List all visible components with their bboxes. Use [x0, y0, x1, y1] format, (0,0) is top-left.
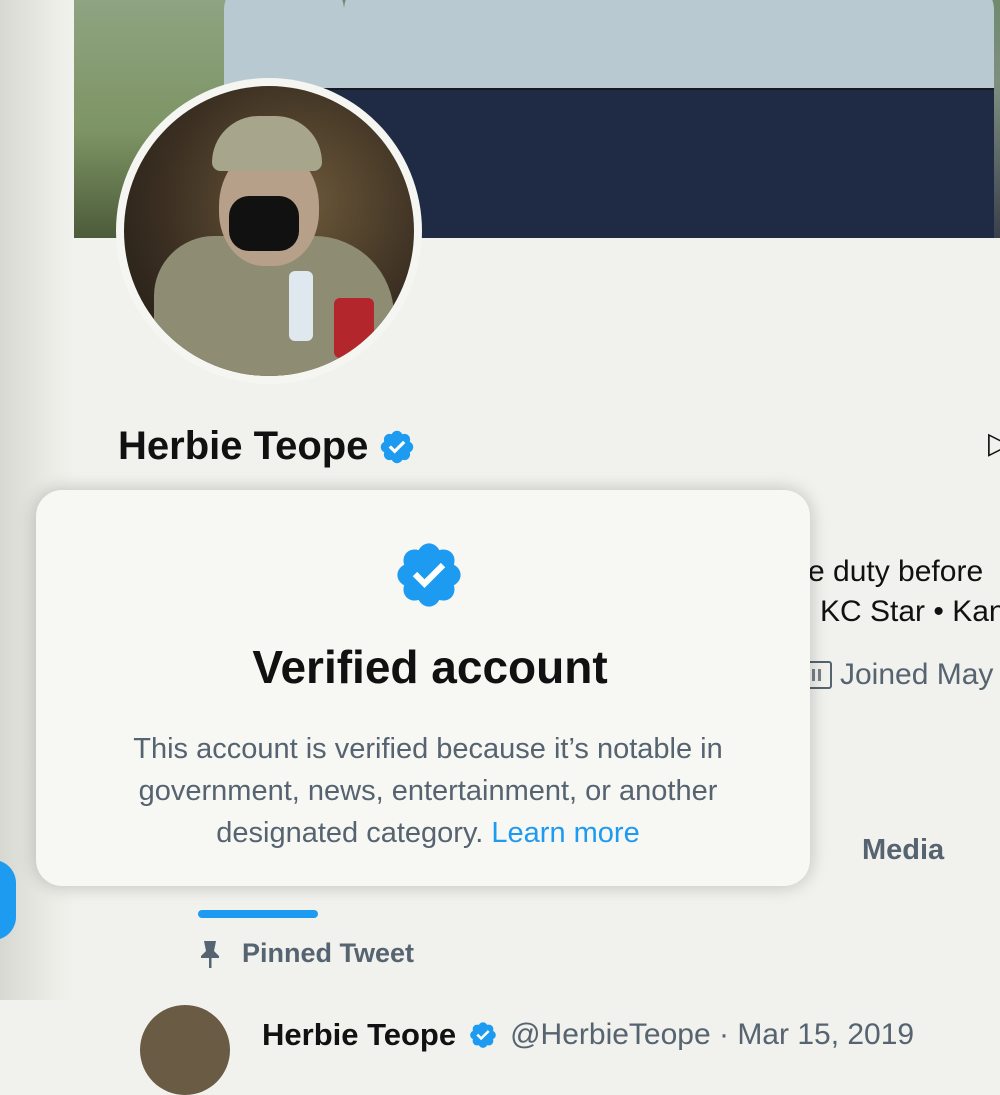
avatar-photo — [124, 86, 414, 376]
banner-figure — [874, 0, 994, 238]
pinned-tweet[interactable]: Herbie Teope @HerbieTeope · Mar 15, 2019 — [140, 975, 914, 1095]
popup-body: This account is verified because it’s no… — [78, 728, 778, 854]
tweet-author-name[interactable]: Herbie Teope — [262, 1017, 456, 1053]
pinned-label: Pinned Tweet — [242, 938, 415, 968]
avatar[interactable] — [140, 1005, 230, 1095]
bio-line: e duty before — [808, 555, 984, 588]
profile-name-row: Herbie Teope — [118, 424, 416, 469]
verified-badge-icon[interactable] — [378, 428, 416, 466]
banner-figure — [454, 0, 574, 238]
joined-label: Joined May — [840, 658, 994, 691]
profile-avatar[interactable] — [116, 78, 422, 384]
pinned-tweet-header: Pinned Tweet — [198, 938, 414, 969]
banner-figure — [564, 0, 684, 238]
popup-title: Verified account — [252, 641, 608, 693]
verified-badge-icon — [397, 543, 461, 607]
pin-icon — [201, 940, 219, 968]
cursor-icon: ▷ — [988, 427, 1000, 460]
bio-line: KC Star • Kan — [820, 595, 1000, 628]
verified-badge-icon[interactable] — [468, 1020, 498, 1050]
profile-name: Herbie Teope — [118, 424, 369, 468]
active-tab-indicator — [198, 910, 318, 918]
tab-media[interactable]: Media — [862, 834, 944, 867]
tweet-handle-date[interactable]: @HerbieTeope · Mar 15, 2019 — [510, 1018, 914, 1052]
profile-bio: e duty before KC Star • Kan — [808, 552, 1000, 632]
learn-more-link[interactable]: Learn more — [491, 817, 639, 849]
